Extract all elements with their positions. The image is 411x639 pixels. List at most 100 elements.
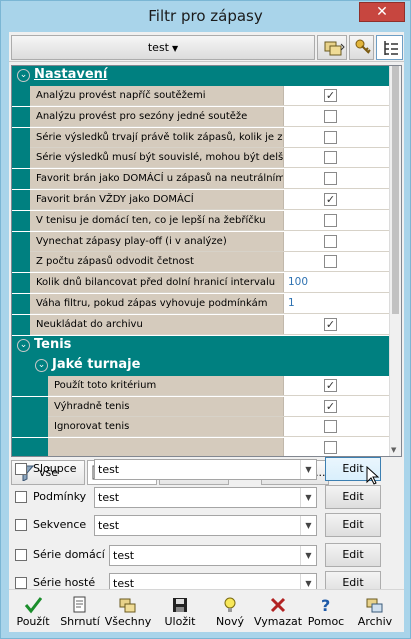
collapse-icon[interactable]: ⌄	[35, 359, 48, 372]
property-value[interactable]	[284, 148, 390, 168]
property-checkbox[interactable]: ✓	[324, 89, 337, 102]
property-checkbox[interactable]: ✓	[324, 399, 337, 413]
property-value[interactable]	[284, 231, 390, 251]
grid-gutter	[12, 190, 30, 210]
chevron-down-icon[interactable]: ▼	[300, 546, 316, 565]
vsechny-button[interactable]: Všechny	[104, 596, 152, 632]
filter-checkbox[interactable]	[15, 463, 27, 475]
property-row[interactable]: Kolik dnů bilancovat před dolní hranicí …	[30, 273, 390, 294]
new-icon	[224, 597, 236, 612]
button-label: Použít	[16, 615, 50, 628]
property-value[interactable]: 100	[284, 273, 390, 293]
scroll-down-icon[interactable]: ▼	[391, 446, 396, 454]
novy-button[interactable]: Nový	[206, 596, 254, 632]
property-value[interactable]	[284, 210, 390, 230]
property-row[interactable]: Favorit brán jako DOMÁCÍ u zápasů na neu…	[30, 169, 390, 190]
pomoc-button[interactable]: ? Pomoc	[302, 596, 350, 632]
property-checkbox[interactable]	[324, 172, 337, 186]
property-value[interactable]: ✓	[284, 314, 390, 334]
property-row[interactable]: Favorit brán VŽDY jako DOMÁCÍ ✓	[30, 190, 390, 210]
property-checkbox[interactable]: ✓	[324, 317, 337, 331]
property-value[interactable]	[284, 252, 390, 272]
archive-icon	[366, 598, 383, 613]
property-checkbox[interactable]	[324, 440, 337, 454]
filter-combo[interactable]: test ▼	[94, 515, 317, 536]
copy-profile-button[interactable]	[317, 35, 347, 60]
close-button[interactable]: ✕	[359, 2, 405, 22]
property-value[interactable]: ✓	[284, 396, 390, 416]
grid-scrollbar[interactable]: ▼	[389, 66, 401, 456]
property-value[interactable]: ✓	[284, 86, 390, 105]
property-value[interactable]	[284, 169, 390, 189]
edit-button[interactable]: Edit	[325, 485, 381, 509]
edit-button[interactable]: Edit	[325, 513, 381, 537]
property-value[interactable]: ✓	[284, 190, 390, 209]
property-row[interactable]: Vynechat zápasy play-off (i v analýze)	[30, 231, 390, 252]
key-button[interactable]	[349, 35, 374, 60]
property-row[interactable]: Váha filtru, pokud zápas vyhovuje podmín…	[30, 294, 390, 314]
pouzit-button[interactable]: Použít	[9, 596, 57, 632]
property-row[interactable]: Výhradně tenis ✓	[48, 396, 390, 417]
scroll-thumb[interactable]	[392, 66, 399, 314]
property-value[interactable]	[284, 127, 390, 147]
property-row[interactable]: Z počtu zápasů odvodit četnost	[30, 252, 390, 273]
property-checkbox[interactable]	[324, 255, 337, 269]
property-grid[interactable]: ⌄ Nastavení Analýzu provést napříč soutě…	[11, 65, 402, 457]
property-value[interactable]: 1	[284, 294, 390, 313]
collapse-icon[interactable]: ⌄	[17, 339, 30, 352]
grid-gutter	[30, 417, 48, 437]
shrnuti-button[interactable]: Shrnutí	[56, 596, 104, 632]
property-row[interactable]: Neukládat do archivu ✓	[30, 314, 390, 335]
filter-label: Série domácí	[33, 548, 105, 561]
filter-checkbox[interactable]	[15, 549, 27, 561]
archiv-button[interactable]: Archiv	[351, 596, 399, 632]
property-row[interactable]: Analýzu provést napříč soutěžemi ✓	[30, 86, 390, 106]
property-checkbox[interactable]	[324, 234, 337, 248]
chevron-down-icon[interactable]: ▼	[300, 488, 316, 507]
property-checkbox[interactable]	[324, 420, 337, 433]
property-checkbox[interactable]	[324, 130, 337, 144]
filter-combo[interactable]: test ▼	[94, 459, 317, 480]
category-nastaveni[interactable]: ⌄ Nastavení	[12, 66, 390, 86]
vymazat-button[interactable]: Vymazat	[254, 596, 302, 632]
property-checkbox[interactable]	[324, 109, 337, 123]
combo-value: test	[98, 519, 120, 532]
property-checkbox[interactable]: ✓	[324, 193, 337, 206]
chevron-down-icon[interactable]: ▼	[300, 516, 316, 535]
property-row[interactable]: Série výsledků trvají právě tolik zápasů…	[30, 127, 390, 148]
filter-checkbox[interactable]	[15, 519, 27, 531]
filter-combo[interactable]: test ▼	[109, 545, 317, 566]
grid-gutter	[12, 396, 30, 417]
category-tenis[interactable]: ⌄ Tenis	[12, 336, 390, 356]
property-row[interactable]: Ignorovat tenis	[48, 417, 390, 437]
edit-button[interactable]: Edit	[325, 543, 381, 567]
filter-checkbox[interactable]	[15, 491, 27, 503]
filter-combo[interactable]: test ▼	[94, 487, 317, 508]
grid-gutter	[12, 294, 30, 314]
title-bar: Filtr pro zápasy ✕	[1, 1, 410, 31]
profile-dropdown[interactable]: test ▼	[11, 35, 315, 60]
ulozit-button[interactable]: Uložit	[156, 596, 204, 632]
property-name: Analýzu provést napříč soutěžemi	[30, 86, 284, 105]
property-value[interactable]: ✓	[284, 376, 390, 395]
property-checkbox[interactable]	[324, 151, 337, 165]
collapse-icon[interactable]: ⌄	[17, 69, 30, 82]
grid-gutter	[12, 376, 30, 396]
property-row[interactable]: V tenisu je domácí ten, co je lepší na ž…	[30, 210, 390, 231]
chevron-down-icon[interactable]: ▼	[300, 460, 316, 479]
tree-view-button[interactable]	[376, 35, 403, 60]
property-value[interactable]	[284, 417, 390, 436]
subcategory-turnaje[interactable]: ⌄ Jaké turnaje	[30, 356, 390, 376]
property-checkbox[interactable]	[324, 213, 337, 227]
category-label: Nastavení	[34, 67, 108, 82]
filter-checkbox[interactable]	[15, 577, 27, 589]
profile-name: test	[147, 41, 169, 54]
property-value[interactable]	[284, 437, 390, 456]
property-row[interactable]: Série výsledků musí být souvislé, mohou …	[30, 148, 390, 169]
property-row[interactable]: Použít toto kritérium ✓	[48, 376, 390, 396]
grid-gutter	[12, 314, 30, 335]
property-row[interactable]: Analýzu provést pro sezóny jedné soutěže	[30, 106, 390, 127]
property-checkbox[interactable]: ✓	[324, 379, 337, 392]
property-value[interactable]	[284, 106, 390, 126]
property-row[interactable]	[48, 437, 390, 456]
